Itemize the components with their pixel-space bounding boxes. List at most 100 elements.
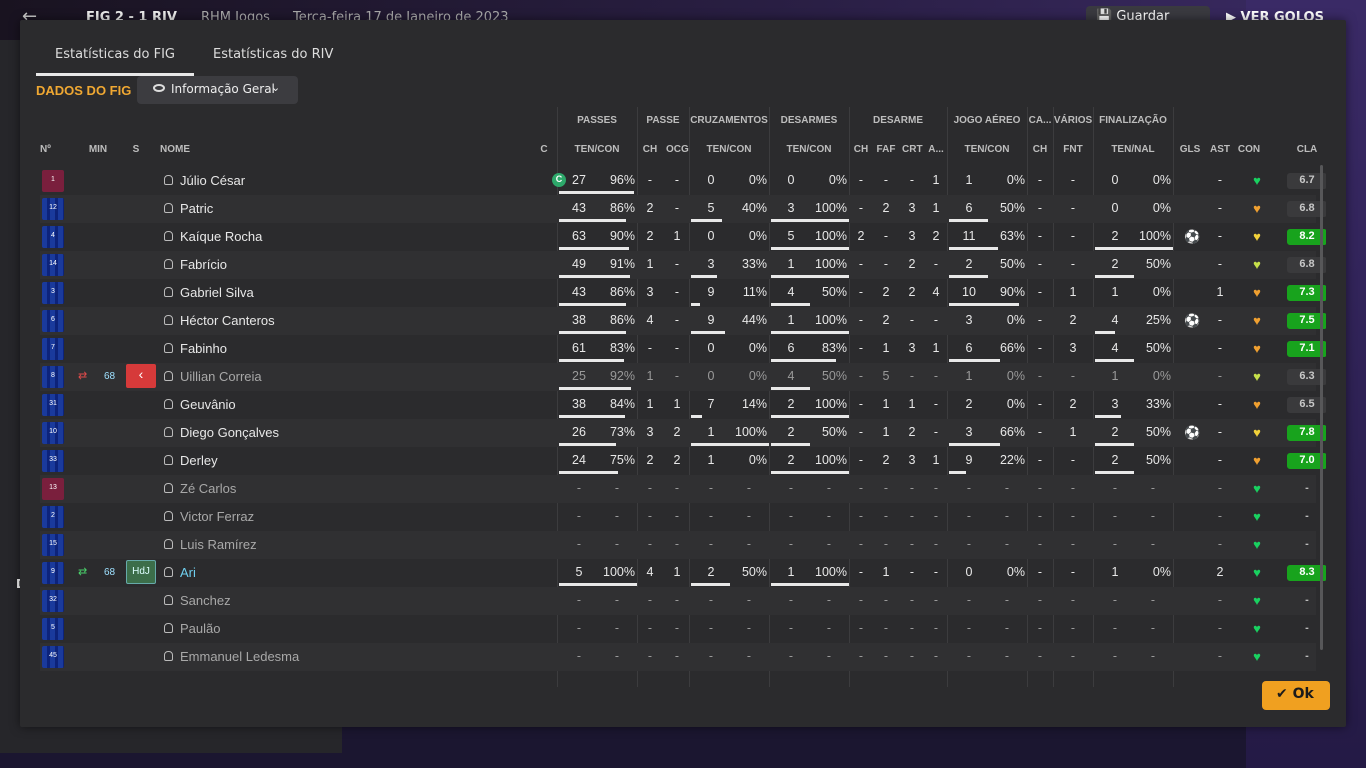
pass-chances: 1 [673, 229, 681, 243]
column-header[interactable]: CH [641, 144, 659, 155]
tab-riv-stats[interactable]: Estatísticas do RIV [194, 42, 352, 76]
column-header[interactable]: TEN/NAL [1093, 144, 1173, 155]
table-row[interactable]: 9 ⇄ 68 HdJ Ari 5 100% 4 1 2 50% 1 100% -1- -0 0% - -1 0% 2 ♥… [40, 559, 1326, 587]
player-profile-icon[interactable] [164, 231, 173, 241]
player-name[interactable]: Sanchez [180, 593, 231, 608]
pass-key: 4 [646, 313, 654, 327]
player-name[interactable]: Héctor Canteros [180, 313, 275, 328]
passes-count: 26 [572, 425, 586, 439]
column-header[interactable]: C [536, 144, 552, 155]
column-header[interactable]: FNT [1053, 144, 1093, 155]
table-row[interactable]: 31 Geuvânio 38 84% 1 1 7 14% 2 100% -1 1-2 0% -2 3 33% -… [40, 391, 1326, 419]
player-profile-icon[interactable] [164, 455, 173, 465]
table-row[interactable]: 6 Héctor Canteros 38 86% 4-9 44% 1 100% -2- -3 0% -… [40, 307, 1326, 335]
player-profile-icon[interactable] [164, 287, 173, 297]
pass-chances: - [674, 285, 680, 299]
player-name[interactable]: Diego Gonçalves [180, 425, 279, 440]
player-profile-icon[interactable] [164, 483, 173, 493]
tackles-count: 4 [787, 285, 795, 299]
table-row[interactable]: 33 Derley 24 75% 2 2 1 0% 2 100% -2 3 1 9 22% - -2 50% - ♥ 7… [40, 447, 1326, 475]
column-header[interactable]: Nº [40, 144, 54, 155]
column-header[interactable]: OCG [666, 144, 689, 155]
player-name[interactable]: Zé Carlos [180, 481, 236, 496]
player-profile-icon[interactable] [164, 203, 173, 213]
column-header[interactable]: TEN/CON [557, 144, 637, 155]
column-header[interactable]: CH [1031, 144, 1049, 155]
pass-chances: - [674, 313, 680, 327]
player-name[interactable]: Luis Ramírez [180, 537, 257, 552]
player-profile-icon[interactable] [164, 595, 173, 605]
player-profile-icon[interactable] [164, 651, 173, 661]
shots-count: - [1112, 509, 1118, 523]
player-name[interactable]: Gabriel Silva [180, 285, 254, 300]
column-header[interactable]: CON [1236, 144, 1262, 155]
player-name[interactable]: Ari [180, 565, 196, 580]
player-profile-icon[interactable] [164, 259, 173, 269]
player-profile-icon[interactable] [164, 427, 173, 437]
player-profile-icon[interactable] [164, 315, 173, 325]
assists: - [1217, 229, 1223, 243]
table-row[interactable]: 2 Victor Ferraz - - - - - - - - - - - - - - - - - - - ♥ - [40, 503, 1316, 531]
table-row[interactable]: 8 ⇄ 68 ‹ Uillian Correia 25 92% 1-0 0% 4 50% -5- -1 0… [40, 363, 1326, 391]
table-row[interactable]: 4 Kaíque Rocha 63 90% 2 1 0 0% 5 100% 2-3 2 11 63% - -2… [40, 223, 1326, 251]
column-header[interactable]: CLA [1287, 144, 1326, 155]
substitution-icon: ⇄ [78, 370, 88, 382]
player-name[interactable]: Geuvânio [180, 397, 236, 412]
table-row[interactable]: 12 Patric 43 86% 2-5 40% 3 100% -2 3 1 6 50% - -0 0% - ♥ 6… [40, 195, 1326, 223]
cards: 3 [908, 201, 916, 215]
player-profile-icon[interactable] [164, 371, 173, 381]
table-row[interactable]: 7 Fabinho 61 83% - -0 0% 6 83% -1 3 1 6 66% -3 4 50% - ♥ 7.… [40, 335, 1326, 363]
column-header[interactable]: CH [852, 144, 870, 155]
vertical-scrollbar[interactable] [1320, 165, 1323, 650]
player-name[interactable]: Emmanuel Ledesma [180, 649, 299, 664]
pass-key: - [647, 341, 653, 355]
player-profile-icon[interactable] [164, 539, 173, 549]
player-profile-icon[interactable] [164, 511, 173, 521]
player-profile-icon[interactable] [164, 623, 173, 633]
column-header[interactable]: NOME [160, 144, 220, 155]
table-row[interactable]: 5 Paulão - - - - - - - - - - - - - - - - - - - ♥ - [40, 615, 1316, 643]
player-name[interactable]: Fabrício [180, 257, 227, 272]
column-header[interactable]: TEN/CON [769, 144, 849, 155]
column-header[interactable]: GLS [1176, 144, 1204, 155]
player-name[interactable]: Patric [180, 201, 213, 216]
player-name[interactable]: Kaíque Rocha [180, 229, 262, 244]
player-profile-icon[interactable] [164, 567, 173, 577]
aerial-count: - [966, 593, 972, 607]
table-row[interactable]: 32 Sanchez - - - - - - - - - - - - - - - - - - - ♥ - [40, 587, 1316, 615]
crosses-pct: 0% [748, 341, 767, 355]
table-row[interactable]: 3 Gabriel Silva 43 86% 3-9 11% 4 50% -2 2 4 10 90% -1… [40, 279, 1326, 307]
column-header[interactable]: MIN [88, 144, 108, 155]
player-profile-icon[interactable] [164, 343, 173, 353]
ok-button[interactable]: ✔ Ok [1262, 681, 1330, 710]
player-name[interactable]: Victor Ferraz [180, 509, 254, 524]
table-row[interactable]: 45 Emmanuel Ledesma - - - - - - - - - - - - - - - - - - - ♥ - [40, 643, 1316, 671]
player-name[interactable]: Paulão [180, 621, 220, 636]
player-name[interactable]: Júlio César [180, 173, 245, 188]
passes-bar [559, 387, 631, 390]
column-header[interactable]: A... [926, 144, 946, 155]
table-row[interactable]: 1 Júlio César C 27 96% - -0 0% 0 0% - - -1 1 0% - -0 0% - ♥… [40, 167, 1326, 195]
table-row[interactable]: 10 Diego Gonçalves 26 73% 3 2 1 100% 2 50% -1 2-3 66… [40, 419, 1326, 447]
view-selector-button[interactable]: Informação Geral ⌄ [137, 76, 298, 104]
column-header[interactable]: FAF [876, 144, 896, 155]
player-name[interactable]: Fabinho [180, 341, 227, 356]
table-row[interactable]: 14 Fabrício 49 91% 1-3 33% 1 100% - -2-2 50% - -2 50%… [40, 251, 1326, 279]
passes-count: - [576, 593, 582, 607]
table-row[interactable]: 15 Luis Ramírez - - - - - - - - - - - - - - - - - - - ♥ - [40, 531, 1316, 559]
column-header[interactable]: S [132, 144, 140, 155]
player-profile-icon[interactable] [164, 175, 173, 185]
column-header[interactable]: AST [1208, 144, 1232, 155]
column-header[interactable]: TEN/CON [947, 144, 1027, 155]
assists: - [1217, 173, 1223, 187]
player-profile-icon[interactable] [164, 399, 173, 409]
player-name[interactable]: Derley [180, 453, 218, 468]
table-row[interactable]: 13 Zé Carlos - - - - - - - - - - - - - - - - - - - ♥ - [40, 475, 1316, 503]
tab-fig-stats[interactable]: Estatísticas do FIG [36, 42, 194, 76]
column-header[interactable]: TEN/CON [689, 144, 769, 155]
condition-heart-icon: ♥ [1253, 341, 1261, 356]
aerial-pct: - [1004, 593, 1010, 607]
column-header[interactable]: CRT [902, 144, 923, 155]
player-name[interactable]: Uillian Correia [180, 369, 262, 384]
crosses-count: 2 [707, 565, 715, 579]
